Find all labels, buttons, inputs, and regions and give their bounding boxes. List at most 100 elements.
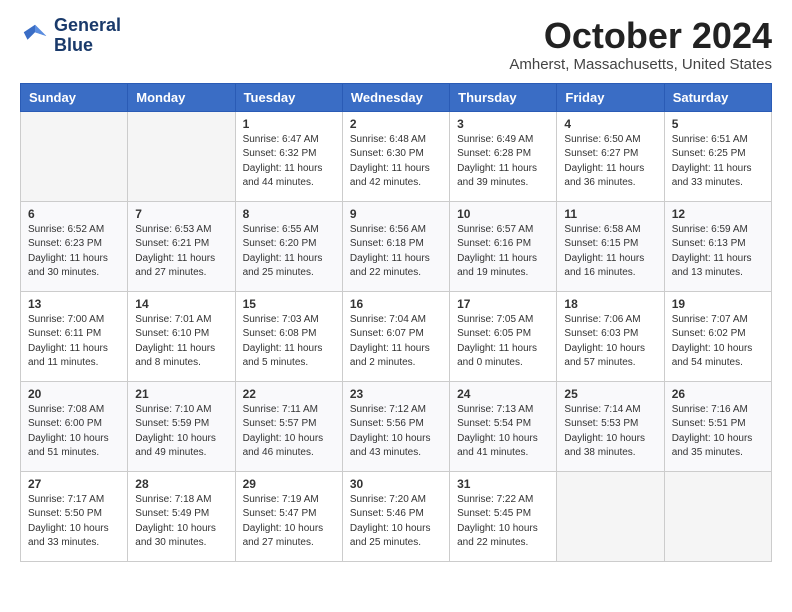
week-row-5: 27 Sunrise: 7:17 AMSunset: 5:50 PMDayligh… [21, 471, 772, 561]
day-number: 16 [350, 297, 442, 311]
day-cell: 4Sunrise: 6:50 AMSunset: 6:27 PMDaylight… [557, 111, 664, 201]
day-info: Sunrise: 7:19 AMSunset: 5:47 PMDaylight:… [243, 493, 335, 551]
day-info: Sunrise: 6:47 AMSunset: 6:32 PMDaylight:… [243, 133, 335, 191]
day-number: 31 [457, 477, 549, 491]
logo-text: General Blue [54, 16, 121, 56]
day-info: Sunrise: 6:59 AMSunset: 6:13 PMDaylight:… [672, 223, 764, 281]
page: General Blue October 2024 Amherst, Massa… [0, 0, 792, 578]
day-info: Sunrise: 7:05 AMSunset: 6:05 PMDaylight:… [457, 313, 549, 371]
day-cell: 18 Sunrise: 7:06 AMSunset: 6:03 PMDayligh… [557, 291, 664, 381]
weekday-header-saturday: Saturday [664, 83, 771, 111]
day-cell: 15Sunrise: 7:03 AMSunset: 6:08 PMDayligh… [235, 291, 342, 381]
header: General Blue October 2024 Amherst, Massa… [20, 16, 772, 73]
day-info: Sunrise: 7:18 AMSunset: 5:49 PMDaylight:… [135, 493, 227, 551]
day-number: 4 [564, 117, 656, 131]
day-cell [128, 111, 235, 201]
day-cell: 23 Sunrise: 7:12 AMSunset: 5:56 PMDayligh… [342, 381, 449, 471]
day-number: 5 [672, 117, 764, 131]
day-cell: 1 Sunrise: 6:47 AMSunset: 6:32 PMDaylight… [235, 111, 342, 201]
day-cell [664, 471, 771, 561]
day-number: 27 [28, 477, 120, 491]
day-cell: 10Sunrise: 6:57 AMSunset: 6:16 PMDayligh… [450, 201, 557, 291]
day-cell [21, 111, 128, 201]
day-number: 6 [28, 207, 120, 221]
day-cell: 13 Sunrise: 7:00 AMSunset: 6:11 PMDayligh… [21, 291, 128, 381]
month-title: October 2024 [509, 16, 772, 56]
day-info: Sunrise: 7:12 AMSunset: 5:56 PMDaylight:… [350, 403, 442, 461]
day-number: 13 [28, 297, 120, 311]
logo: General Blue [20, 16, 121, 56]
day-cell: 8 Sunrise: 6:55 AMSunset: 6:20 PMDaylight… [235, 201, 342, 291]
day-cell: 5Sunrise: 6:51 AMSunset: 6:25 PMDaylight… [664, 111, 771, 201]
day-info: Sunrise: 7:17 AMSunset: 5:50 PMDaylight:… [28, 493, 120, 551]
day-number: 21 [135, 387, 227, 401]
day-info: Sunrise: 6:56 AMSunset: 6:18 PMDaylight:… [350, 223, 442, 281]
day-info: Sunrise: 7:13 AMSunset: 5:54 PMDaylight:… [457, 403, 549, 461]
logo-line1: General [54, 16, 121, 36]
day-cell: 16 Sunrise: 7:04 AMSunset: 6:07 PMDayligh… [342, 291, 449, 381]
day-info: Sunrise: 6:52 AMSunset: 6:23 PMDaylight:… [28, 223, 120, 281]
day-info: Sunrise: 7:20 AMSunset: 5:46 PMDaylight:… [350, 493, 442, 551]
day-info: Sunrise: 7:06 AMSunset: 6:03 PMDaylight:… [564, 313, 656, 371]
day-info: Sunrise: 6:58 AMSunset: 6:15 PMDaylight:… [564, 223, 656, 281]
day-number: 24 [457, 387, 549, 401]
title-block: October 2024 Amherst, Massachusetts, Uni… [509, 16, 772, 73]
logo-icon [20, 21, 50, 51]
day-cell: 30Sunrise: 7:20 AMSunset: 5:46 PMDayligh… [342, 471, 449, 561]
day-cell [557, 471, 664, 561]
day-cell: 3 Sunrise: 6:49 AMSunset: 6:28 PMDaylight… [450, 111, 557, 201]
weekday-header-row: SundayMondayTuesdayWednesdayThursdayFrid… [21, 83, 772, 111]
day-number: 19 [672, 297, 764, 311]
week-row-4: 20Sunrise: 7:08 AMSunset: 6:00 PMDayligh… [21, 381, 772, 471]
day-info: Sunrise: 6:53 AMSunset: 6:21 PMDaylight:… [135, 223, 227, 281]
day-cell: 27 Sunrise: 7:17 AMSunset: 5:50 PMDayligh… [21, 471, 128, 561]
day-number: 17 [457, 297, 549, 311]
day-cell: 24 Sunrise: 7:13 AMSunset: 5:54 PMDayligh… [450, 381, 557, 471]
day-number: 26 [672, 387, 764, 401]
day-cell: 11 Sunrise: 6:58 AMSunset: 6:15 PMDayligh… [557, 201, 664, 291]
day-info: Sunrise: 7:07 AMSunset: 6:02 PMDaylight:… [672, 313, 764, 371]
day-info: Sunrise: 7:01 AMSunset: 6:10 PMDaylight:… [135, 313, 227, 371]
day-number: 11 [564, 207, 656, 221]
logo-line2: Blue [54, 36, 121, 56]
day-cell: 20Sunrise: 7:08 AMSunset: 6:00 PMDayligh… [21, 381, 128, 471]
day-cell: 9 Sunrise: 6:56 AMSunset: 6:18 PMDaylight… [342, 201, 449, 291]
day-cell: 6 Sunrise: 6:52 AMSunset: 6:23 PMDaylight… [21, 201, 128, 291]
day-info: Sunrise: 6:55 AMSunset: 6:20 PMDaylight:… [243, 223, 335, 281]
day-cell: 7 Sunrise: 6:53 AMSunset: 6:21 PMDaylight… [128, 201, 235, 291]
day-cell: 31Sunrise: 7:22 AMSunset: 5:45 PMDayligh… [450, 471, 557, 561]
day-number: 29 [243, 477, 335, 491]
day-number: 25 [564, 387, 656, 401]
week-row-1: 1 Sunrise: 6:47 AMSunset: 6:32 PMDaylight… [21, 111, 772, 201]
day-info: Sunrise: 7:11 AMSunset: 5:57 PMDaylight:… [243, 403, 335, 461]
day-cell: 29 Sunrise: 7:19 AMSunset: 5:47 PMDayligh… [235, 471, 342, 561]
day-cell: 21Sunrise: 7:10 AMSunset: 5:59 PMDayligh… [128, 381, 235, 471]
day-info: Sunrise: 6:48 AMSunset: 6:30 PMDaylight:… [350, 133, 442, 191]
day-number: 8 [243, 207, 335, 221]
weekday-header-thursday: Thursday [450, 83, 557, 111]
day-number: 7 [135, 207, 227, 221]
day-info: Sunrise: 7:00 AMSunset: 6:11 PMDaylight:… [28, 313, 120, 371]
day-cell: 14 Sunrise: 7:01 AMSunset: 6:10 PMDayligh… [128, 291, 235, 381]
day-number: 1 [243, 117, 335, 131]
day-number: 9 [350, 207, 442, 221]
day-number: 22 [243, 387, 335, 401]
day-number: 15 [243, 297, 335, 311]
day-number: 23 [350, 387, 442, 401]
day-info: Sunrise: 7:04 AMSunset: 6:07 PMDaylight:… [350, 313, 442, 371]
calendar: SundayMondayTuesdayWednesdayThursdayFrid… [20, 83, 772, 562]
day-info: Sunrise: 7:08 AMSunset: 6:00 PMDaylight:… [28, 403, 120, 461]
weekday-header-monday: Monday [128, 83, 235, 111]
day-number: 10 [457, 207, 549, 221]
day-info: Sunrise: 7:14 AMSunset: 5:53 PMDaylight:… [564, 403, 656, 461]
week-row-3: 13 Sunrise: 7:00 AMSunset: 6:11 PMDayligh… [21, 291, 772, 381]
day-number: 14 [135, 297, 227, 311]
day-info: Sunrise: 6:49 AMSunset: 6:28 PMDaylight:… [457, 133, 549, 191]
day-cell: 17 Sunrise: 7:05 AMSunset: 6:05 PMDayligh… [450, 291, 557, 381]
weekday-header-tuesday: Tuesday [235, 83, 342, 111]
day-cell: 2Sunrise: 6:48 AMSunset: 6:30 PMDaylight… [342, 111, 449, 201]
day-number: 3 [457, 117, 549, 131]
week-row-2: 6 Sunrise: 6:52 AMSunset: 6:23 PMDaylight… [21, 201, 772, 291]
day-cell: 25 Sunrise: 7:14 AMSunset: 5:53 PMDayligh… [557, 381, 664, 471]
day-number: 18 [564, 297, 656, 311]
